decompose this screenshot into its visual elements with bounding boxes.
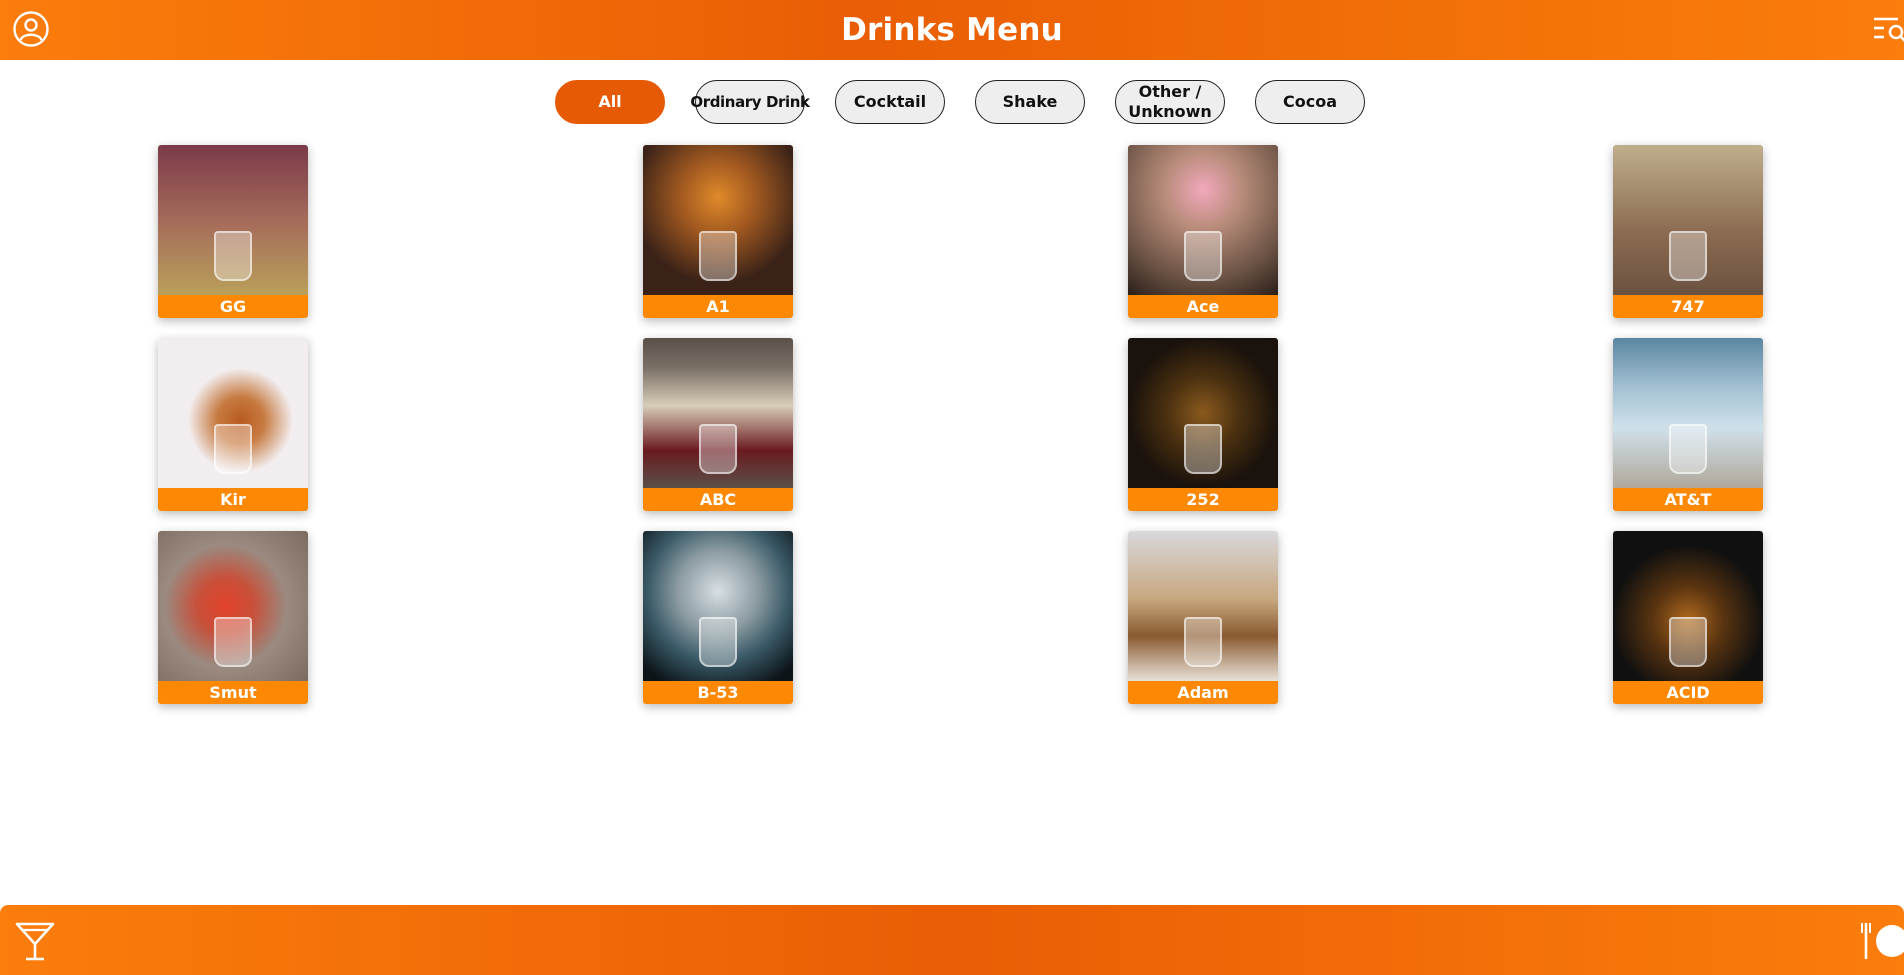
drink-image — [1128, 531, 1278, 681]
drink-card[interactable]: 252 — [1128, 338, 1278, 511]
drink-image — [643, 338, 793, 488]
cocktail-glass-icon[interactable] — [14, 919, 56, 963]
drink-image — [1613, 338, 1763, 488]
drink-card[interactable]: GG — [158, 145, 308, 318]
filter-shake-button[interactable]: Shake — [975, 80, 1085, 124]
drink-card[interactable]: Adam — [1128, 531, 1278, 704]
bottom-bar — [0, 905, 1904, 975]
drink-image — [158, 145, 308, 295]
category-filter-bar: All Ordinary Drink Cocktail Shake Other … — [0, 80, 1904, 126]
drink-image — [1613, 531, 1763, 681]
drink-image — [1128, 145, 1278, 295]
filter-all-button[interactable]: All — [555, 80, 665, 124]
drink-name: ACID — [1613, 681, 1763, 704]
plate-fork-icon[interactable] — [1860, 919, 1904, 963]
filter-ordinary-drink-button[interactable]: Ordinary Drink — [690, 80, 810, 124]
drink-card[interactable]: Ace — [1128, 145, 1278, 318]
drink-card[interactable]: A1 — [643, 145, 793, 318]
drink-name: GG — [158, 295, 308, 318]
drink-image — [158, 338, 308, 488]
page-title: Drinks Menu — [841, 12, 1063, 48]
list-search-icon[interactable] — [1872, 12, 1904, 48]
drink-name: B-53 — [643, 681, 793, 704]
drink-name: ABC — [643, 488, 793, 511]
drink-image — [1128, 338, 1278, 488]
filter-cocktail-button[interactable]: Cocktail — [835, 80, 945, 124]
drink-name: 252 — [1128, 488, 1278, 511]
filter-other-unknown-button[interactable]: Other / Unknown — [1115, 80, 1225, 124]
filter-cocoa-button[interactable]: Cocoa — [1255, 80, 1365, 124]
user-circle-icon[interactable] — [12, 10, 50, 48]
top-bar: Drinks Menu — [0, 0, 1904, 60]
drink-card[interactable]: Smut — [158, 531, 308, 704]
drink-name: 747 — [1613, 295, 1763, 318]
drink-card[interactable]: Kir — [158, 338, 308, 511]
drink-name: Adam — [1128, 681, 1278, 704]
drink-image — [1613, 145, 1763, 295]
drink-image — [643, 145, 793, 295]
drink-image — [643, 531, 793, 681]
drink-name: AT&T — [1613, 488, 1763, 511]
drink-image — [158, 531, 308, 681]
drink-name: A1 — [643, 295, 793, 318]
drink-card[interactable]: B-53 — [643, 531, 793, 704]
drink-name: Smut — [158, 681, 308, 704]
drink-name: Ace — [1128, 295, 1278, 318]
drink-card[interactable]: ABC — [643, 338, 793, 511]
drink-card[interactable]: 747 — [1613, 145, 1763, 318]
drink-card[interactable]: ACID — [1613, 531, 1763, 704]
drink-name: Kir — [158, 488, 308, 511]
drink-card[interactable]: AT&T — [1613, 338, 1763, 511]
